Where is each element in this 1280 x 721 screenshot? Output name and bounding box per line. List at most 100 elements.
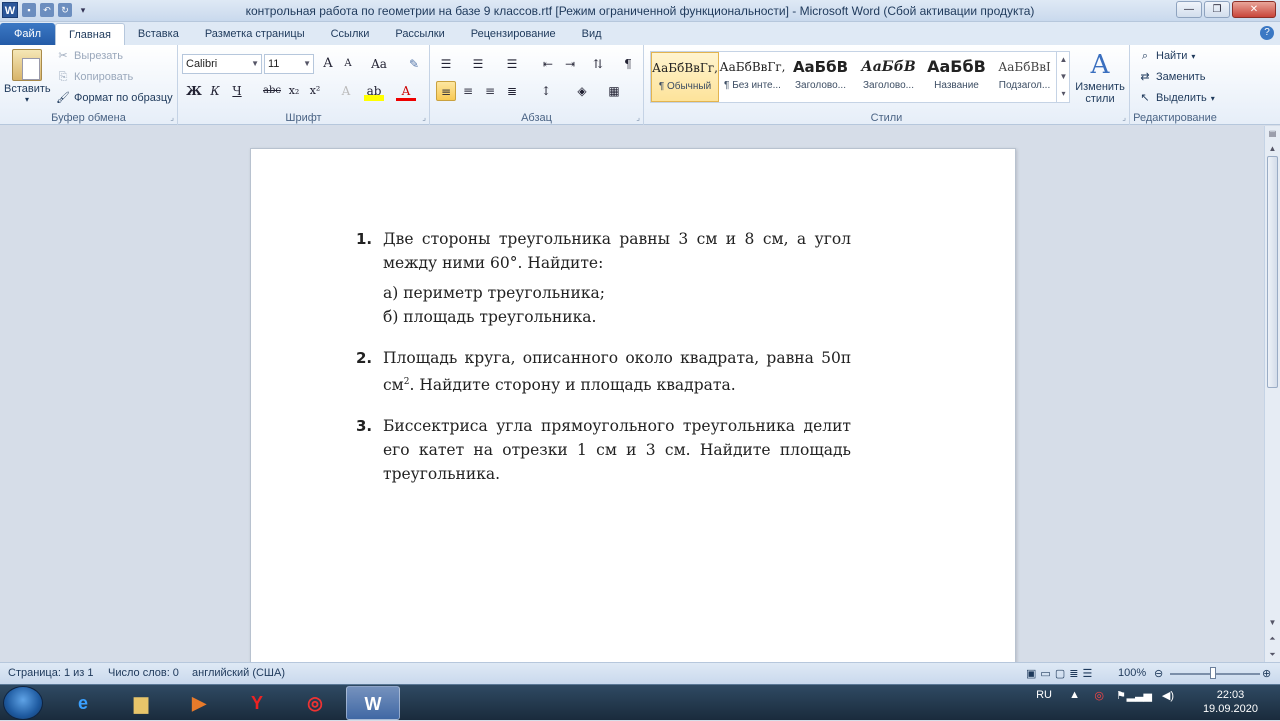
file-explorer-icon[interactable]: ▆ [114,686,168,720]
internet-explorer-icon[interactable]: e [56,686,110,720]
multilevel-list-icon[interactable]: ☰ [502,54,522,74]
style-title[interactable]: АаБбВ Название [923,52,991,102]
grow-font-button[interactable]: A [318,54,338,74]
paste-button[interactable]: Вставить ▾ [4,49,51,104]
dialog-launcher-icon[interactable]: ⌟ [170,113,174,122]
align-left-icon[interactable]: ≡ [436,81,456,101]
cursor-icon: ↖ [1140,92,1150,104]
align-center-icon[interactable]: ≡ [458,81,478,101]
underline-button[interactable]: Ч [227,81,247,101]
style-heading-2[interactable]: АаБбВ Заголово... [855,52,923,102]
replace-button[interactable]: ⇄ Заменить [1138,71,1205,83]
scroll-down-icon[interactable]: ▼ [1265,615,1280,630]
chevron-down-icon: ▾ [24,95,29,104]
draft-icon[interactable]: ☰ [1082,667,1092,680]
network-icon[interactable]: ▂▃▅ [1127,689,1152,702]
borders-icon[interactable]: ▦ [604,81,624,101]
next-page-icon[interactable]: ⏷ [1265,647,1280,662]
style-normal[interactable]: АаБбВвГг, ¶ Обычный [651,52,719,102]
app-icon[interactable]: ◎ [288,686,342,720]
styles-scroll[interactable]: ▲ ▼ ▾ [1056,51,1070,103]
print-layout-icon[interactable]: ▣ [1026,667,1036,680]
chevron-down-icon: ▼ [251,59,259,68]
italic-button[interactable]: К [205,81,225,101]
tab-page-layout[interactable]: Разметка страницы [192,23,318,45]
start-button[interactable] [3,686,43,720]
format-painter-button[interactable]: 🖌 Формат по образцу [56,92,173,104]
bullets-icon[interactable]: ☰ [436,54,456,74]
clear-formatting-icon[interactable]: ✎ [404,54,424,74]
outline-icon[interactable]: ≣ [1069,667,1078,680]
document-page[interactable]: 1. Две стороны треугольника равны 3 см и… [250,148,1016,662]
justify-icon[interactable]: ≣ [502,81,522,101]
dialog-launcher-icon[interactable]: ⌟ [636,113,640,122]
tab-mailings[interactable]: Рассылки [382,23,457,45]
style-heading-1[interactable]: АаБбВ Заголово... [787,52,855,102]
show-hidden-icons[interactable]: ▲ [1069,689,1080,701]
cut-button[interactable]: ✂ Вырезать [56,50,123,62]
text-effects-icon[interactable]: A [336,81,356,101]
tab-insert[interactable]: Вставка [125,23,192,45]
previous-page-icon[interactable]: ⏶ [1265,631,1280,646]
ruler-toggle-icon[interactable]: ▤ [1265,126,1280,141]
input-language[interactable]: RU [1036,689,1052,701]
font-size-combo[interactable]: 11 ▼ [264,54,314,74]
change-case-button[interactable]: Aa [366,54,392,74]
taskbar-clock[interactable]: 22:03 19.09.2020 [1203,688,1258,716]
highlight-icon[interactable]: ab [364,81,384,101]
copy-button[interactable]: ⎘ Копировать [56,71,134,83]
style-subtitle[interactable]: АаБбВвІ Подзагол... [991,52,1059,102]
dialog-launcher-icon[interactable]: ⌟ [1122,113,1126,122]
bold-button[interactable]: Ж [184,81,204,101]
zoom-out-icon[interactable]: ⊖ [1154,667,1163,680]
find-button[interactable]: ⌕ Найти ▾ [1138,50,1196,62]
volume-icon[interactable]: ◀) [1162,689,1174,702]
word-count[interactable]: Число слов: 0 [108,667,179,679]
shading-icon[interactable]: ◈ [572,81,592,101]
increase-indent-icon[interactable]: ⇥ [560,54,580,74]
scrollbar-thumb[interactable] [1267,156,1278,388]
tab-review[interactable]: Рецензирование [458,23,569,45]
language-status[interactable]: английский (США) [192,667,285,679]
superscript-button[interactable]: x² [305,81,325,101]
select-button[interactable]: ↖ Выделить ▾ [1138,92,1214,104]
zoom-slider-handle[interactable] [1210,667,1216,679]
close-button[interactable]: ✕ [1232,1,1276,18]
font-name-combo[interactable]: Calibri ▼ [182,54,262,74]
font-color-icon[interactable]: A [396,81,416,101]
shrink-font-button[interactable]: A [338,54,358,74]
zoom-level[interactable]: 100% [1118,667,1146,679]
page-count[interactable]: Страница: 1 из 1 [8,667,94,679]
font-group-label: Шрифт [285,112,322,124]
vertical-scrollbar[interactable]: ▤ ▲ ▼ ⏶ ⏷ [1264,126,1280,662]
decrease-indent-icon[interactable]: ⇤ [538,54,558,74]
tab-home[interactable]: Главная [55,23,125,45]
document-content[interactable]: 1. Две стороны треугольника равны 3 см и… [356,227,851,503]
full-screen-reading-icon[interactable]: ▭ [1040,667,1050,680]
antivirus-icon[interactable]: ◎ [1094,689,1104,702]
media-player-icon[interactable]: ▶ [172,686,226,720]
help-icon[interactable]: ? [1260,26,1274,40]
yandex-browser-icon[interactable]: Y [230,686,284,720]
maximize-button[interactable]: ❐ [1204,1,1230,18]
question-text: Биссектриса угла прямоугольного треуголь… [383,417,851,484]
numbering-icon[interactable]: ☰ [468,54,488,74]
sort-icon[interactable]: ⇅ [588,54,608,74]
change-styles-button[interactable]: A Изменить стили [1072,49,1128,105]
zoom-in-icon[interactable]: ⊕ [1262,667,1271,680]
tab-references[interactable]: Ссылки [318,23,383,45]
tab-file[interactable]: Файл [0,23,56,45]
word-taskbar-icon[interactable]: W [346,686,400,720]
action-center-icon[interactable]: ⚑ [1116,689,1126,702]
web-layout-icon[interactable]: ▢ [1055,667,1065,680]
tab-view[interactable]: Вид [569,23,615,45]
scroll-up-icon[interactable]: ▲ [1265,141,1280,156]
show-formatting-button[interactable]: ¶ [618,54,638,74]
dialog-launcher-icon[interactable]: ⌟ [422,113,426,122]
subscript-button[interactable]: x₂ [284,81,304,101]
minimize-button[interactable]: — [1176,1,1202,18]
align-right-icon[interactable]: ≡ [480,81,500,101]
strikethrough-button[interactable]: abc [260,81,284,101]
line-spacing-icon[interactable]: ↕ [536,81,556,101]
style-no-spacing[interactable]: АаБбВвГг, ¶ Без инте... [719,52,787,102]
